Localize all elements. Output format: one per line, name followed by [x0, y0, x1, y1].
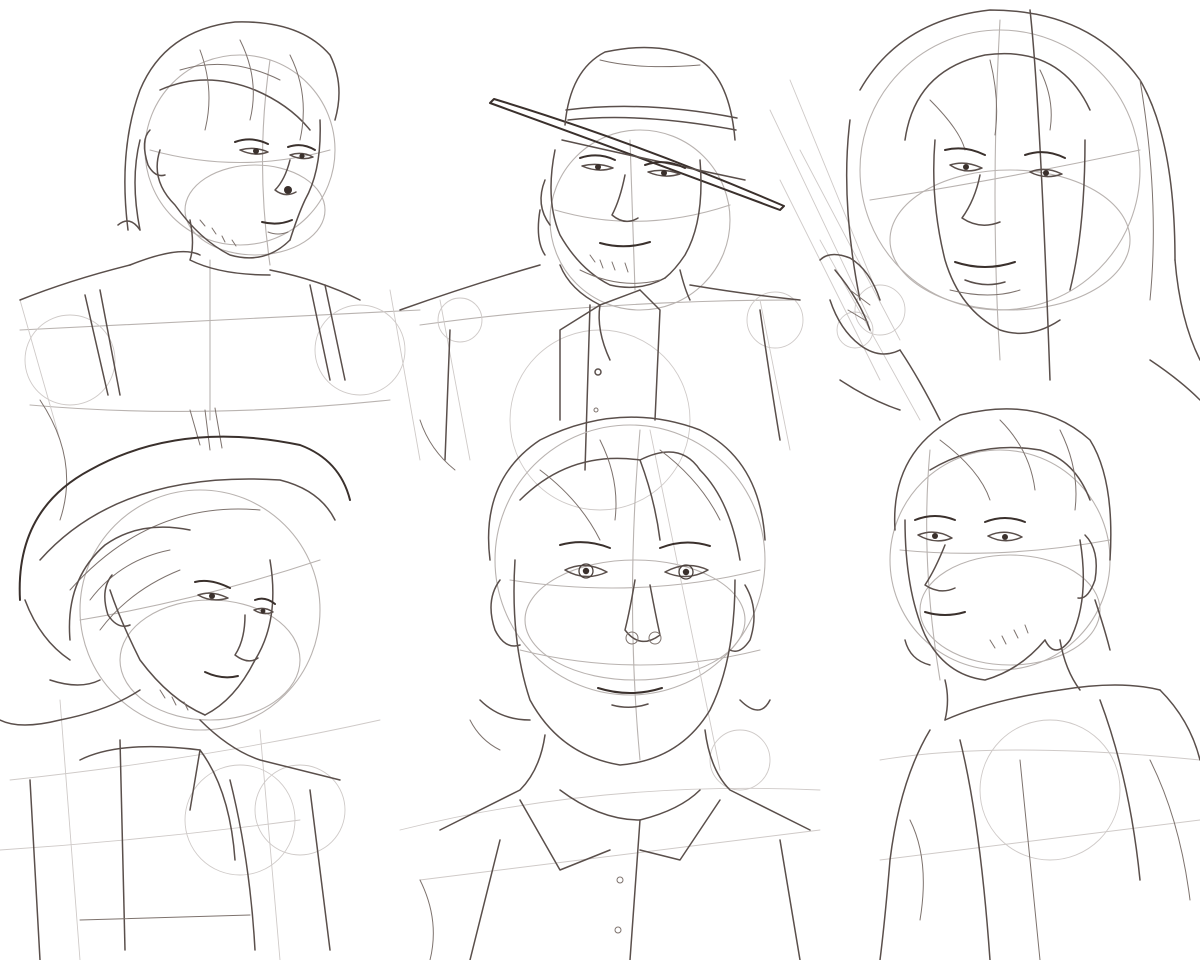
- sketch-sheet-canvas: [0, 0, 1200, 960]
